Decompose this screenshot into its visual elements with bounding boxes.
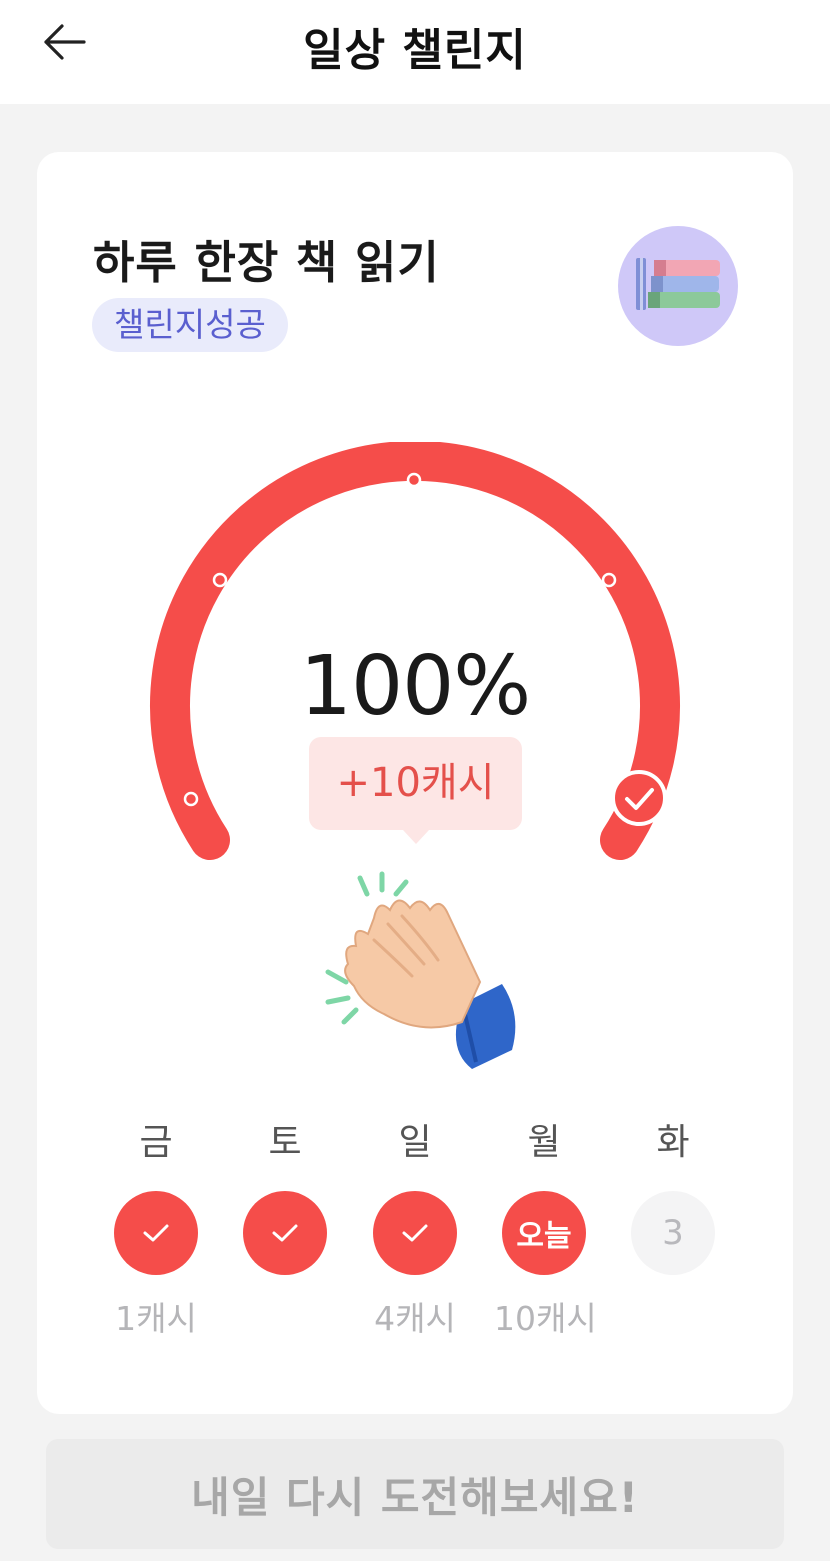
day-status-done (114, 1191, 198, 1275)
day-status-today: 오늘 (502, 1191, 586, 1275)
day-fri: 금 1캐시 (106, 1117, 206, 1341)
books-icon (618, 226, 738, 346)
day-reward: 10캐시 (494, 1299, 597, 1338)
check-icon (272, 1224, 298, 1242)
day-reward (235, 1297, 335, 1341)
day-reward (623, 1297, 723, 1341)
day-label: 월 (527, 1122, 561, 1163)
app-header: 일상 챌린지 (0, 0, 830, 104)
gauge-marker (212, 572, 228, 588)
gauge-marker (183, 791, 199, 807)
clapping-hands-icon (325, 871, 516, 1069)
gauge-check-icon (611, 770, 667, 826)
day-sat: 토 (235, 1117, 335, 1341)
day-label: 일 (398, 1122, 432, 1163)
day-reward: 1캐시 (115, 1299, 197, 1338)
day-mon: 월 오늘 10캐시 (494, 1117, 597, 1341)
reward-tooltip: +10캐시 (309, 737, 522, 844)
day-tue: 화 3 (623, 1117, 723, 1341)
day-status-done (373, 1191, 457, 1275)
day-label: 금 (139, 1122, 173, 1163)
page-title: 일상 챌린지 (303, 25, 527, 76)
gauge-marker (406, 472, 422, 488)
day-label: 토 (268, 1122, 302, 1163)
challenge-title: 하루 한장 책 읽기 (93, 236, 440, 289)
retry-tomorrow-button[interactable]: 내일 다시 도전해보세요! (46, 1439, 784, 1549)
status-badge: 챌린지성공 (92, 298, 288, 352)
day-status-future: 3 (631, 1191, 715, 1275)
check-icon (143, 1224, 169, 1242)
day-label: 화 (656, 1122, 690, 1163)
progress-percent: 100% (299, 639, 531, 734)
day-sun: 일 4캐시 (365, 1117, 465, 1341)
gauge-marker (601, 572, 617, 588)
check-icon (402, 1224, 428, 1242)
day-status-done (243, 1191, 327, 1275)
challenge-card: 하루 한장 책 읽기 챌린지성공 100% +10캐시 금 1캐시 토 일 4캐… (37, 152, 793, 1414)
day-reward: 4캐시 (374, 1299, 456, 1338)
